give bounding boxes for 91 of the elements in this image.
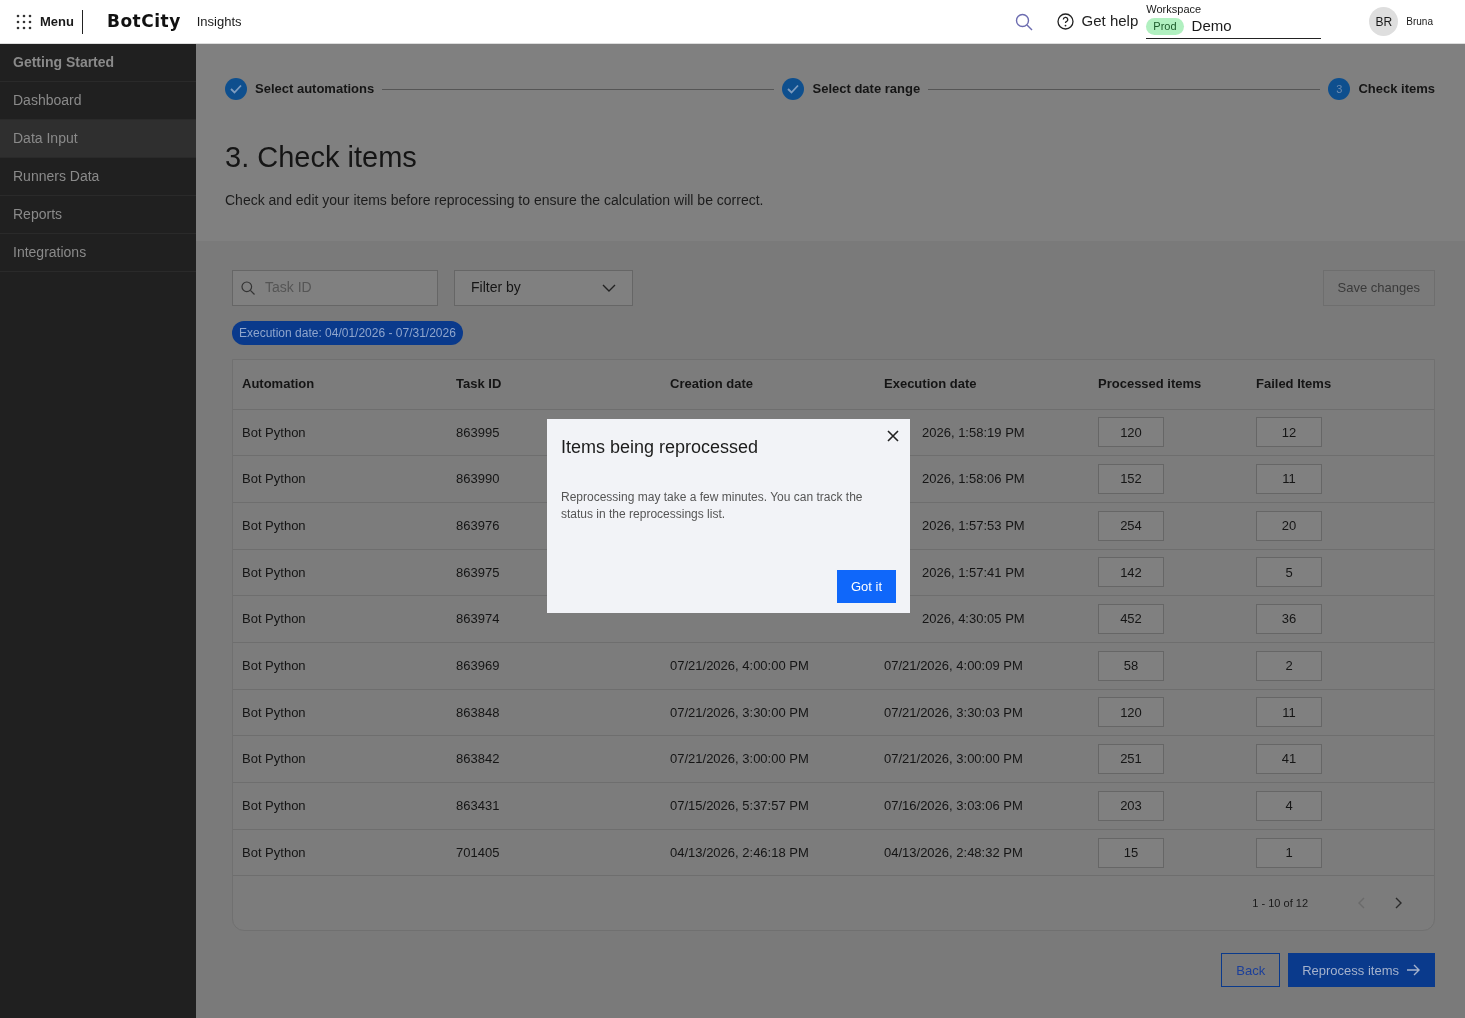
table-cell: 2026, 1:57:53 PM xyxy=(922,517,1025,533)
table-cell: 2026, 1:58:19 PM xyxy=(922,424,1025,440)
table-cell-text: Bot Python xyxy=(241,423,307,442)
table-cell: 07/21/2026, 3:30:03 PM xyxy=(884,704,1023,720)
number-field[interactable]: 452 xyxy=(1098,604,1164,635)
number-field[interactable]: 254 xyxy=(1098,510,1164,541)
table-cell-text: Bot Python xyxy=(241,750,307,769)
user-avatar[interactable]: BR xyxy=(1369,7,1399,36)
menu-icon[interactable] xyxy=(16,13,32,30)
table-cell-text: 863431 xyxy=(455,797,501,816)
column-header: Automation xyxy=(241,375,316,394)
table-cell: 2026, 1:58:06 PM xyxy=(922,471,1025,487)
pagination-range: 1 - 10 of 12 xyxy=(1252,896,1308,912)
table-cell-text: Bot Python xyxy=(241,516,307,535)
number-field[interactable]: 120 xyxy=(1098,697,1164,728)
user-name: Bruna xyxy=(1406,15,1433,29)
workspace-label: Workspace xyxy=(1146,4,1203,16)
page-title: 3. Check items xyxy=(225,140,418,175)
number-field[interactable]: 4 xyxy=(1256,790,1322,821)
number-field[interactable]: 41 xyxy=(1256,744,1322,775)
column-header: Processed items xyxy=(1097,375,1203,394)
number-field[interactable]: 142 xyxy=(1098,557,1164,588)
table-cell-text: Bot Python xyxy=(241,843,307,862)
help-icon xyxy=(1056,13,1074,30)
modal-message: Reprocessing may take a few minutes. You can track the status in the reprocessings list. xyxy=(561,489,864,524)
menu-label[interactable]: Menu xyxy=(40,11,74,32)
number-field[interactable]: 11 xyxy=(1256,697,1322,728)
close-icon xyxy=(886,429,900,443)
table-cell-text: Bot Python xyxy=(241,563,307,582)
table-cell: 04/13/2026, 2:48:32 PM xyxy=(884,844,1023,860)
workspace-name: Demo xyxy=(1191,16,1232,37)
number-field[interactable]: 5 xyxy=(1256,557,1322,588)
table-cell-text: 04/13/2026, 2:46:18 PM xyxy=(669,843,810,862)
table-cell: 2026, 4:30:05 PM xyxy=(922,611,1025,627)
step-label: Select automations xyxy=(255,80,375,99)
page-description: Check and edit your items before reprocessing to ensure the calculation will be correct. xyxy=(225,190,765,210)
column-header: Failed Items xyxy=(1256,375,1333,394)
table-cell-text: 07/21/2026, 4:00:00 PM xyxy=(669,657,810,676)
column-header: Creation date xyxy=(669,375,755,394)
arrow-right-icon xyxy=(1407,964,1421,977)
search-icon[interactable] xyxy=(1014,12,1033,31)
number-field[interactable]: 120 xyxy=(1098,417,1164,448)
table-cell-text: Bot Python xyxy=(241,657,307,676)
modal-title: Items being reprocessed xyxy=(561,436,760,459)
table-cell: 07/21/2026, 3:00:00 PM xyxy=(884,751,1023,767)
number-field[interactable]: 152 xyxy=(1098,464,1164,495)
column-header: Execution date xyxy=(883,375,978,394)
sidebar-item[interactable]: Data Input xyxy=(0,120,196,158)
number-field[interactable]: 11 xyxy=(1256,464,1322,495)
table-cell-text: Bot Python xyxy=(241,470,307,489)
chevron-down-icon xyxy=(602,283,616,292)
logo: BotCity xyxy=(106,9,181,33)
filter-chip[interactable]: Execution date: 04/01/2026 - 07/31/2026 xyxy=(232,320,463,345)
table-cell-text: Bot Python xyxy=(241,703,307,722)
number-field[interactable]: 2 xyxy=(1256,650,1322,681)
table-cell-text: 863969 xyxy=(455,657,501,676)
step-label: Select date range xyxy=(812,80,921,99)
table-cell-text: 07/15/2026, 5:37:57 PM xyxy=(669,797,810,816)
reprocess-button[interactable]: Reprocess items xyxy=(1288,953,1435,988)
number-field[interactable]: 203 xyxy=(1098,790,1164,821)
number-field[interactable]: 20 xyxy=(1256,510,1322,541)
table-cell-text: 863974 xyxy=(455,610,501,629)
table-cell-text: 863990 xyxy=(455,470,501,489)
number-field[interactable]: 12 xyxy=(1256,417,1322,448)
help-link[interactable]: Get help xyxy=(1056,10,1139,33)
number-field[interactable]: 58 xyxy=(1098,650,1164,681)
column-header: Task ID xyxy=(455,375,503,394)
number-field[interactable]: 251 xyxy=(1098,744,1164,775)
table-cell: 07/16/2026, 3:03:06 PM xyxy=(884,798,1023,814)
table-cell: 2026, 1:57:41 PM xyxy=(922,564,1025,580)
table-cell-text: 863975 xyxy=(455,563,501,582)
filter-dropdown[interactable]: Filter by xyxy=(454,269,633,306)
step-number: 3 xyxy=(1328,78,1351,100)
environment-tag: Prod xyxy=(1146,18,1184,35)
workspace-select[interactable]: Prod Demo xyxy=(1146,15,1322,39)
got-it-button[interactable]: Got it xyxy=(836,569,896,603)
table-cell-text: 701405 xyxy=(455,843,501,862)
table-cell-text: 07/21/2026, 3:00:00 PM xyxy=(669,750,810,769)
table-cell-text: 863842 xyxy=(455,750,501,769)
number-field[interactable]: 15 xyxy=(1098,837,1164,868)
search-icon xyxy=(241,280,255,295)
table-cell-text: Bot Python xyxy=(241,610,307,629)
number-field[interactable]: 36 xyxy=(1256,604,1322,635)
number-field[interactable]: 1 xyxy=(1256,837,1322,868)
table-cell-text: 863848 xyxy=(455,703,501,722)
product-name: Insights xyxy=(196,12,242,31)
table-cell-text: Bot Python xyxy=(241,797,307,816)
table-cell-text: 07/21/2026, 3:30:00 PM xyxy=(669,703,810,722)
table-cell: 07/21/2026, 4:00:09 PM xyxy=(884,658,1023,674)
table-cell-text: 863995 xyxy=(455,423,501,442)
step-label: Check items xyxy=(1358,80,1435,99)
